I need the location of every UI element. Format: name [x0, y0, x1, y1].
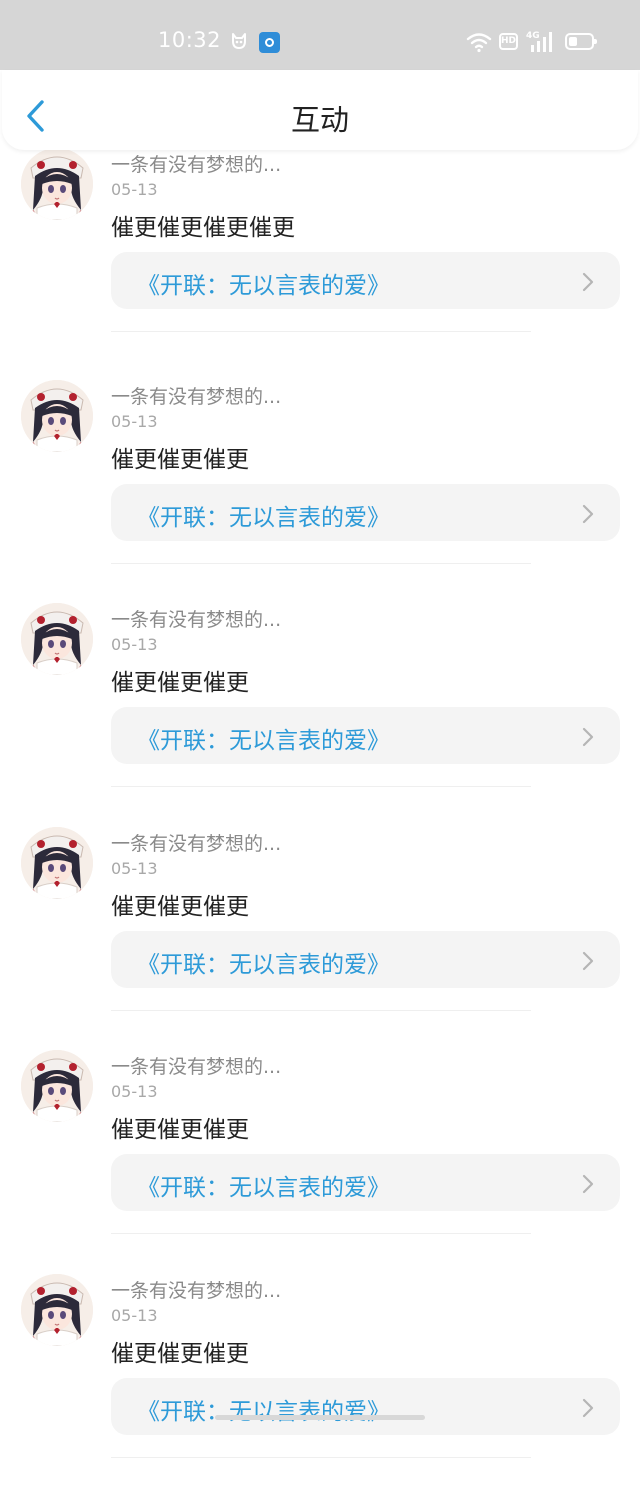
chevron-right-icon: [582, 1398, 594, 1418]
avatar[interactable]: [21, 379, 93, 452]
chevron-right-icon: [582, 951, 594, 970]
divider: [111, 1009, 531, 1011]
divider: [111, 1457, 531, 1458]
book-link-card[interactable]: 《开联：无以言表的爱》: [111, 707, 620, 765]
list-item: 一条有没有梦想的... 05-13 催更催更催更 《开联：无以言表的爱》: [0, 1050, 640, 1274]
book-link-card[interactable]: 《开联：无以言表的爱》: [111, 1154, 620, 1212]
book-title: 《开联：无以言表的爱》: [137, 504, 390, 531]
avatar[interactable]: [21, 1274, 93, 1346]
username[interactable]: 一条有没有梦想的...: [111, 382, 281, 409]
comment-text: 催更催更催更: [111, 1341, 249, 1367]
list-item: 一条有没有梦想的... 05-13 催更催更催更 《开联：无以言表的爱》: [0, 379, 640, 604]
book-link-card[interactable]: 《开联：无以言表的爱》: [111, 1378, 620, 1435]
list-item: 一条有没有梦想的... 05-13 催更催更催更 《开联：无以言表的爱》: [0, 1274, 640, 1498]
username[interactable]: 一条有没有梦想的...: [111, 605, 281, 632]
divider: [111, 1233, 531, 1235]
book-link-card[interactable]: 《开联：无以言表的爱》: [111, 930, 620, 988]
comment-date: 05-13: [111, 180, 158, 199]
book-link-card[interactable]: 《开联：无以言表的爱》: [111, 483, 620, 541]
comment-date: 05-13: [111, 411, 158, 431]
comment-text: 催更催更催更: [111, 893, 249, 920]
chevron-right-icon: [582, 728, 594, 747]
username[interactable]: 一条有没有梦想的...: [111, 829, 281, 856]
avatar[interactable]: [21, 148, 93, 220]
page-title: 互动: [290, 103, 349, 137]
book-title: 《开联：无以言表的爱》: [137, 951, 390, 978]
username[interactable]: 一条有没有梦想的...: [111, 150, 281, 177]
divider: [111, 331, 531, 332]
comment-text: 催更催更催更: [111, 1117, 249, 1144]
chevron-right-icon: [582, 272, 594, 292]
nav-bar: 互动: [2, 70, 638, 150]
book-title: 《开联：无以言表的爱》: [137, 273, 390, 299]
book-title: 《开联：无以言表的爱》: [137, 1399, 390, 1425]
username[interactable]: 一条有没有梦想的...: [111, 1276, 281, 1303]
book-title: 《开联：无以言表的爱》: [137, 1175, 390, 1202]
chevron-right-icon: [582, 504, 594, 523]
avatar[interactable]: [21, 603, 93, 676]
home-indicator: [215, 1415, 425, 1420]
avatar[interactable]: [21, 1050, 93, 1123]
comment-text: 催更催更催更催更: [111, 215, 295, 241]
comment-text: 催更催更催更: [111, 446, 249, 473]
book-title: 《开联：无以言表的爱》: [137, 728, 390, 755]
comment-text: 催更催更催更: [111, 670, 249, 697]
avatar[interactable]: [21, 826, 93, 899]
divider: [111, 786, 531, 788]
interaction-list: 一条有没有梦想的... 05-13 催更催更催更催更 《开联：无以言表的爱》 一…: [0, 0, 640, 1458]
book-link-card[interactable]: 《开联：无以言表的爱》: [111, 252, 620, 309]
comment-date: 05-13: [111, 858, 158, 878]
list-item: 一条有没有梦想的... 05-13 催更催更催更催更 《开联：无以言表的爱》: [0, 148, 640, 372]
comment-date: 05-13: [111, 635, 158, 655]
comment-date: 05-13: [111, 1082, 158, 1102]
list-item: 一条有没有梦想的... 05-13 催更催更催更 《开联：无以言表的爱》: [0, 826, 640, 1051]
username[interactable]: 一条有没有梦想的...: [111, 1052, 281, 1079]
divider: [111, 562, 531, 564]
comment-date: 05-13: [111, 1306, 158, 1325]
chevron-right-icon: [582, 1175, 594, 1194]
list-item: 一条有没有梦想的... 05-13 催更催更催更 《开联：无以言表的爱》: [0, 603, 640, 827]
